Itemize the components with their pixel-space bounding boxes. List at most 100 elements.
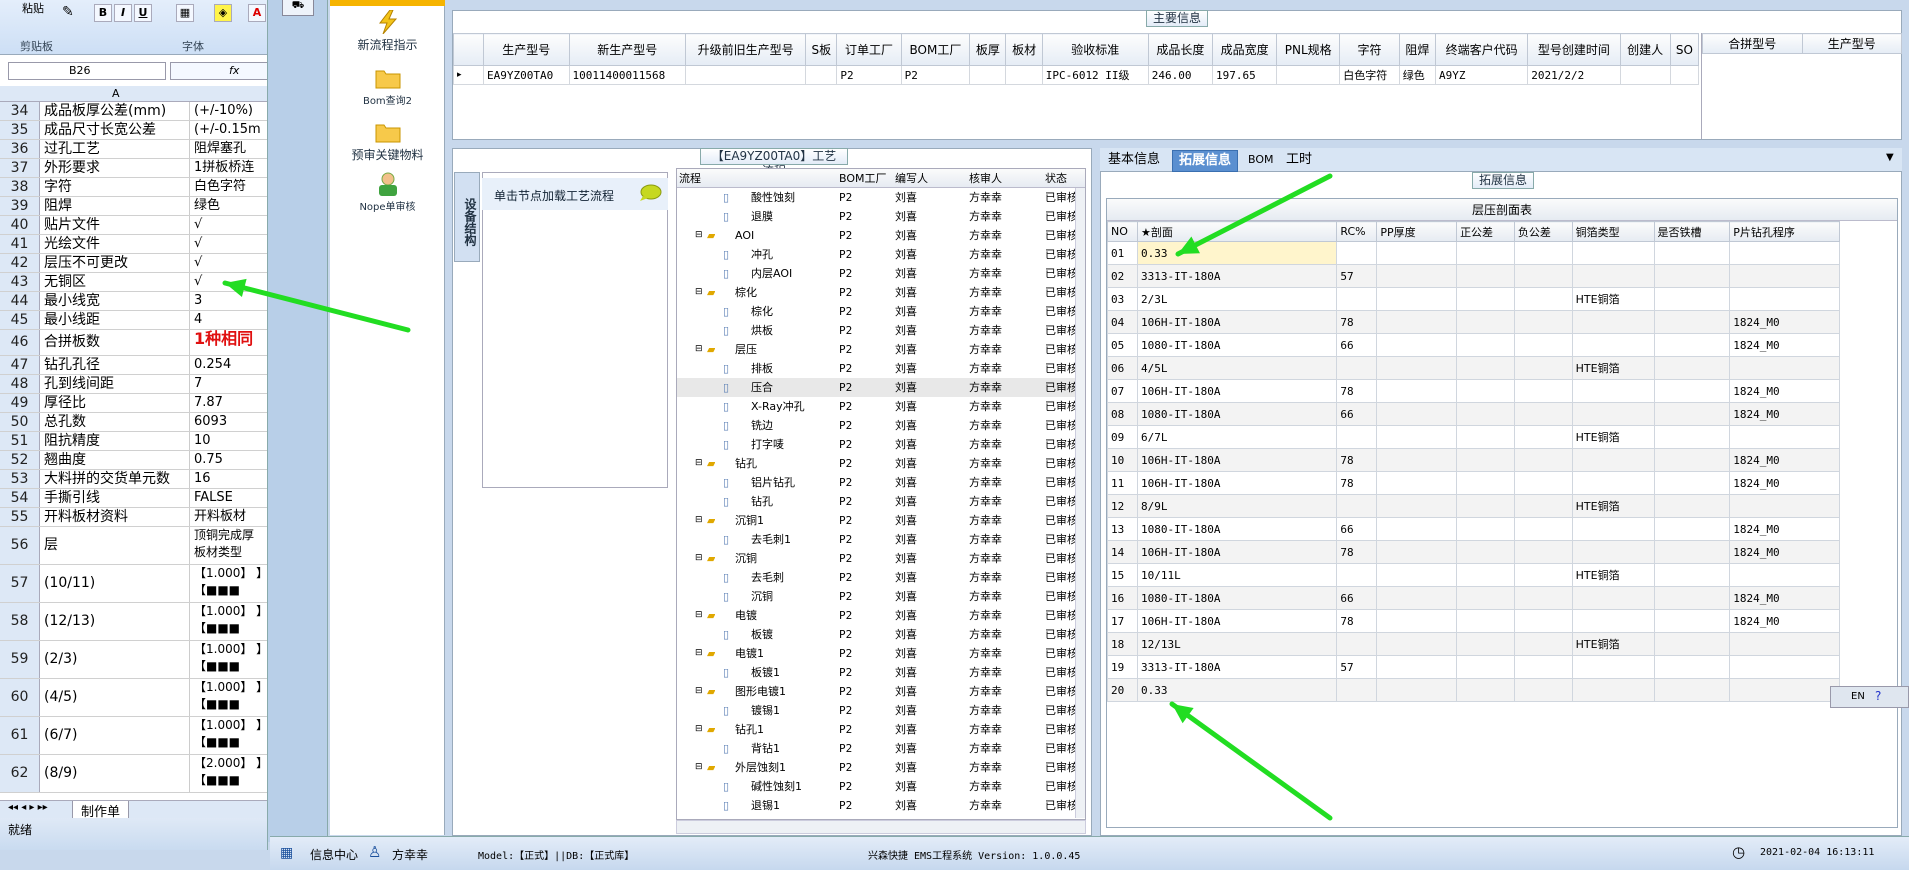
laminate-cell[interactable]: 3313-IT-180A — [1136, 264, 1338, 288]
main-info-cell[interactable] — [969, 65, 1007, 85]
laminate-row[interactable]: 13 1080-IT-180A 66 1824_M0 — [1107, 517, 1840, 541]
laminate-cell[interactable] — [1571, 379, 1655, 403]
cell-a[interactable]: (10/11) — [42, 565, 190, 602]
laminate-cell[interactable]: 1080-IT-180A — [1136, 517, 1338, 541]
laminate-cell[interactable]: 8/9L — [1136, 494, 1338, 518]
cell-b[interactable]: (+/-0.15m — [192, 121, 267, 139]
laminate-cell[interactable] — [1376, 356, 1458, 380]
laminate-cell[interactable]: 03 — [1107, 287, 1138, 311]
main-info-cell[interactable]: IPC-6012 II级 — [1041, 65, 1149, 85]
formula-bar[interactable]: fx — [170, 62, 267, 80]
cell-b[interactable]: 1拼板桥连 — [192, 159, 267, 177]
row-number[interactable]: 59 — [0, 641, 40, 678]
process-tree-row[interactable]: ⊟ ▰ 钻孔1 P2 刘喜 方幸幸 已审核 — [677, 720, 1085, 739]
laminate-cell[interactable] — [1456, 448, 1515, 472]
laminate-cell[interactable] — [1456, 356, 1515, 380]
laminate-cell[interactable]: 57 — [1336, 264, 1378, 288]
laminate-cell[interactable]: 3313-IT-180A — [1136, 655, 1338, 679]
laminate-cell[interactable]: 10 — [1107, 448, 1138, 472]
laminate-cell[interactable]: 16 — [1107, 586, 1138, 610]
cell-b[interactable]: 16 — [192, 470, 267, 488]
row-number[interactable]: 54 — [0, 489, 40, 507]
laminate-cell[interactable]: 1824_M0 — [1729, 310, 1840, 334]
laminate-cell[interactable] — [1653, 609, 1731, 633]
laminate-cell[interactable] — [1376, 425, 1458, 449]
process-tree-row[interactable]: ▯ X-Ray冲孔 P2 刘喜 方幸幸 已审核 — [677, 397, 1085, 416]
cell-b[interactable]: 阻焊塞孔 — [192, 140, 267, 158]
cell-b[interactable]: (+/-10%) — [192, 102, 267, 120]
laminate-cell[interactable]: 1824_M0 — [1729, 540, 1840, 564]
row-number[interactable]: 60 — [0, 679, 40, 716]
laminate-cell[interactable] — [1513, 241, 1573, 265]
cell-b[interactable]: 7.87 — [192, 394, 267, 412]
laminate-row[interactable]: 09 6/7L HTE铜箔 — [1107, 425, 1840, 449]
nav-item-nope-review[interactable]: Nope单审核 — [330, 172, 445, 213]
row-number[interactable]: 35 — [0, 121, 40, 139]
main-info-col-header[interactable]: 板材 — [1005, 33, 1043, 66]
main-info-col-header[interactable]: SO — [1669, 33, 1700, 66]
cell-a[interactable]: 贴片文件 — [42, 216, 190, 234]
laminate-col-header[interactable]: PP厚度 — [1376, 221, 1458, 242]
row-number[interactable]: 34 — [0, 102, 40, 120]
laminate-cell[interactable] — [1376, 241, 1458, 265]
row-number[interactable]: 52 — [0, 451, 40, 469]
process-tree-row[interactable]: ▯ 棕化 P2 刘喜 方幸幸 已审核 — [677, 302, 1085, 321]
laminate-cell[interactable]: 106H-IT-180A — [1136, 609, 1338, 633]
cell-b[interactable]: 【2.000】 】【■■■ — [192, 755, 267, 792]
laminate-cell[interactable]: 17 — [1107, 609, 1138, 633]
row-number[interactable]: 49 — [0, 394, 40, 412]
laminate-cell[interactable] — [1336, 678, 1378, 702]
cell-a[interactable]: 过孔工艺 — [42, 140, 190, 158]
cell-b[interactable]: √ — [192, 273, 267, 291]
laminate-col-header[interactable]: P片钻孔程序 — [1729, 221, 1840, 242]
process-tree-row[interactable]: ▯ 镀锡1 P2 刘喜 方幸幸 已审核 — [677, 701, 1085, 720]
laminate-cell[interactable] — [1653, 356, 1731, 380]
laminate-cell[interactable] — [1336, 241, 1378, 265]
process-horizontal-scrollbar[interactable] — [676, 820, 1086, 834]
main-info-col-header[interactable]: 阻焊 — [1398, 33, 1436, 66]
laminate-row[interactable]: 08 1080-IT-180A 66 1824_M0 — [1107, 402, 1840, 426]
laminate-cell[interactable]: 66 — [1336, 517, 1378, 541]
laminate-cell[interactable] — [1653, 402, 1731, 426]
laminate-cell[interactable] — [1653, 287, 1731, 311]
laminate-cell[interactable] — [1513, 632, 1573, 656]
laminate-col-header[interactable]: 是否铁槽 — [1653, 221, 1731, 242]
process-tree-row[interactable]: ⊟ ▰ 电镀1 P2 刘喜 方幸幸 已审核 — [677, 644, 1085, 663]
tab-equipment-structure[interactable]: 设备结构 — [454, 172, 480, 262]
cell-b[interactable]: 白色字符 — [192, 178, 267, 196]
laminate-cell[interactable]: 78 — [1336, 448, 1378, 472]
laminate-cell[interactable] — [1336, 632, 1378, 656]
laminate-col-header[interactable]: ★剖面 — [1136, 221, 1338, 242]
row-number[interactable]: 40 — [0, 216, 40, 234]
laminate-col-header[interactable]: NO — [1107, 221, 1138, 242]
laminate-cell[interactable] — [1336, 287, 1378, 311]
cell-a[interactable]: 总孔数 — [42, 413, 190, 431]
cell-a[interactable]: 成品板厚公差(mm) — [42, 102, 190, 120]
laminate-cell[interactable] — [1456, 678, 1515, 702]
laminate-cell[interactable] — [1653, 471, 1731, 495]
laminate-cell[interactable] — [1571, 448, 1655, 472]
laminate-cell[interactable] — [1376, 586, 1458, 610]
cell-a[interactable]: (2/3) — [42, 641, 190, 678]
main-info-col-header[interactable]: 型号创建时间 — [1527, 33, 1621, 66]
cell-b[interactable]: 10 — [192, 432, 267, 450]
process-tree-row[interactable]: ▯ 退锡1 P2 刘喜 方幸幸 已审核 — [677, 796, 1085, 815]
process-tree-row[interactable]: ⊟ ▰ 棕化 P2 刘喜 方幸幸 已审核 — [677, 283, 1085, 302]
process-tree-row[interactable]: ▯ 打字唛 P2 刘喜 方幸幸 已审核 — [677, 435, 1085, 454]
cell-b[interactable]: FALSE — [192, 489, 267, 507]
laminate-cell[interactable] — [1513, 310, 1573, 334]
laminate-cell[interactable] — [1336, 494, 1378, 518]
border-icon[interactable]: ▦ — [176, 4, 194, 22]
cell-a[interactable]: 阻抗精度 — [42, 432, 190, 450]
laminate-row[interactable]: 19 3313-IT-180A 57 — [1107, 655, 1840, 679]
process-tree-row[interactable]: ▯ 铣边 P2 刘喜 方幸幸 已审核 — [677, 416, 1085, 435]
laminate-cell[interactable] — [1653, 678, 1731, 702]
row-number[interactable]: 58 — [0, 603, 40, 640]
cell-a[interactable]: (12/13) — [42, 603, 190, 640]
cell-a[interactable]: 光绘文件 — [42, 235, 190, 253]
laminate-cell[interactable]: 6/7L — [1136, 425, 1338, 449]
main-info-col-header[interactable]: 字符 — [1339, 33, 1400, 66]
laminate-cell[interactable] — [1456, 517, 1515, 541]
laminate-cell[interactable]: 1824_M0 — [1729, 471, 1840, 495]
laminate-cell[interactable] — [1456, 310, 1515, 334]
